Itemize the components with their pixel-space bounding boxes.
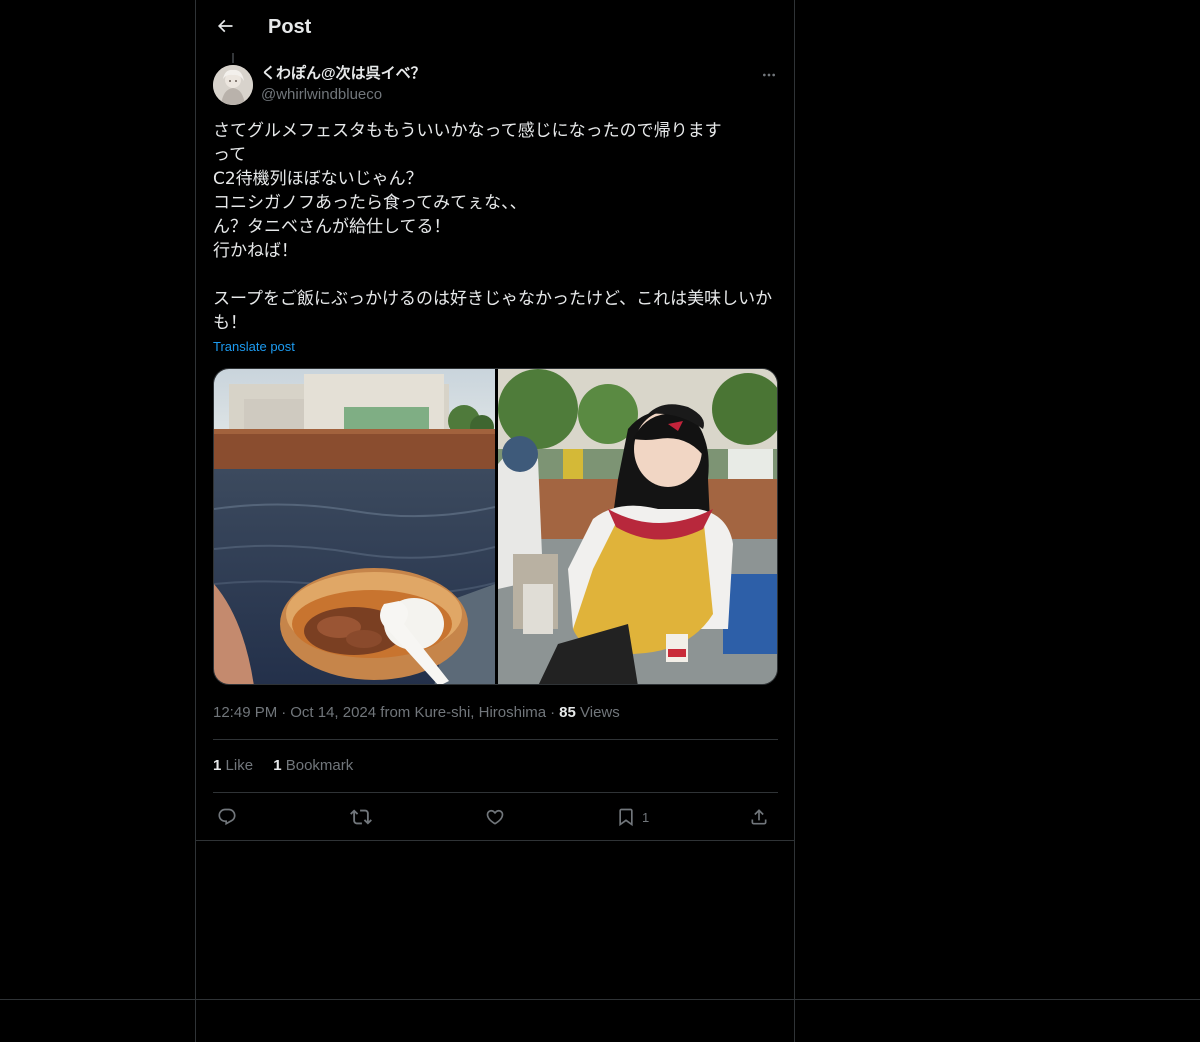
reply-icon <box>218 808 236 826</box>
bookmark-button[interactable]: 1 <box>616 804 649 830</box>
reply-button[interactable] <box>217 804 237 830</box>
divider <box>213 739 778 740</box>
heart-icon <box>486 809 504 825</box>
bookmark-icon <box>619 808 633 827</box>
author-info: くわぽん@次は呉イベ？ @whirlwindblueco <box>261 64 426 105</box>
repost-icon <box>350 809 372 825</box>
photo-image <box>214 369 496 684</box>
author-display-name[interactable]: くわぽん@次は呉イベ？ <box>261 64 426 84</box>
views-label: Views <box>580 704 620 721</box>
page-title: Post <box>268 16 312 38</box>
bookmarks-stat[interactable]: 1 Bookmark <box>273 757 353 774</box>
post-media <box>213 368 778 685</box>
arrow-left-icon <box>217 19 233 33</box>
bookmarks-label: Bookmark <box>285 757 354 774</box>
likes-label: Like <box>225 757 254 774</box>
divider <box>213 792 778 793</box>
likes-count: 1 <box>213 757 222 774</box>
share-icon <box>751 809 767 825</box>
photo-server-at-stall[interactable] <box>498 369 777 684</box>
separator-dot: · <box>281 704 287 721</box>
more-horizontal-icon <box>763 73 775 77</box>
bookmarks-count: 1 <box>273 757 282 774</box>
share-button[interactable] <box>749 804 769 830</box>
avatar[interactable] <box>213 65 253 105</box>
translate-post-link[interactable]: Translate post <box>213 338 295 356</box>
post-time[interactable]: 12:49 PM <box>213 704 277 721</box>
action-bar: 1 <box>213 804 778 830</box>
likes-stat[interactable]: 1 Like <box>213 757 253 774</box>
post-date-location[interactable]: Oct 14, 2024 from Kure-shi, Hiroshima <box>290 704 546 721</box>
avatar-image <box>213 65 253 105</box>
author-handle[interactable]: @whirlwindblueco <box>261 85 426 105</box>
post-stats: 1 Like 1 Bookmark <box>213 756 369 776</box>
main-column: Post くわぽん@次は呉イベ？ @whirlwindblueco さてグルメフ… <box>195 0 795 1042</box>
back-button[interactable] <box>208 9 242 43</box>
post-text: さてグルメフェスタももういいかなって感じになったので帰ります って C2待機列ほ… <box>213 121 773 333</box>
bookmark-count: 1 <box>642 809 650 825</box>
post-divider <box>196 840 794 841</box>
post-metadata: 12:49 PM · Oct 14, 2024 from Kure-shi, Hir… <box>213 703 620 723</box>
views-count: 85 <box>559 704 576 721</box>
more-options-button[interactable] <box>754 63 784 87</box>
photo-image <box>498 369 777 684</box>
photo-food-by-river[interactable] <box>214 369 496 684</box>
thread-connector <box>232 53 234 63</box>
like-button[interactable] <box>485 804 505 830</box>
repost-button[interactable] <box>350 804 372 830</box>
separator-dot: · <box>550 704 556 721</box>
page-header: Post <box>196 0 794 53</box>
